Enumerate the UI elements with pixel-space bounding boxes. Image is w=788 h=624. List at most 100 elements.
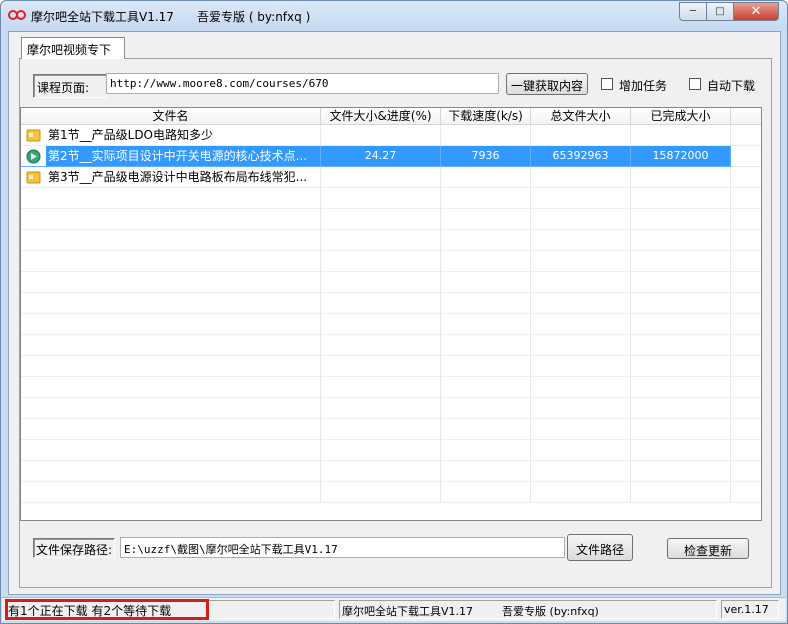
- table-row[interactable]: 第1节__产品级LDO电路知多少: [21, 125, 761, 146]
- empty-cell: [731, 482, 761, 503]
- column-header-filename[interactable]: 文件名: [21, 108, 321, 125]
- window-controls: ─ □ ✕: [679, 2, 779, 22]
- empty-cell: [21, 335, 321, 356]
- folder-icon: [26, 129, 41, 142]
- row-done-size: [631, 167, 731, 188]
- empty-table-row: [21, 209, 761, 230]
- table-row[interactable]: 第3节__产品级电源设计中电路板布局布线常犯...: [21, 167, 761, 188]
- empty-cell: [321, 293, 441, 314]
- empty-cell: [531, 461, 631, 482]
- row-filler: [731, 125, 761, 146]
- empty-cell: [531, 356, 631, 377]
- empty-cell: [321, 398, 441, 419]
- empty-table-row: [21, 440, 761, 461]
- close-button[interactable]: ✕: [733, 2, 779, 21]
- empty-cell: [21, 377, 321, 398]
- empty-cell: [21, 356, 321, 377]
- empty-cell: [441, 377, 531, 398]
- empty-cell: [631, 398, 731, 419]
- row-filename-cell: 第3节__产品级电源设计中电路板布局布线常犯...: [21, 167, 321, 188]
- empty-cell: [531, 335, 631, 356]
- row-progress: [321, 125, 441, 146]
- table-body: 第1节__产品级LDO电路知多少 第2节__实际项目设计中开关电源的核心技术点.…: [21, 125, 761, 503]
- column-header-total-size[interactable]: 总文件大小: [531, 108, 631, 125]
- title-bar[interactable]: 摩尔吧全站下载工具V1.17 吾爱专版 ( by:nfxq ) ─ □ ✕: [1, 1, 787, 31]
- empty-cell: [531, 272, 631, 293]
- empty-cell: [631, 188, 731, 209]
- check-update-button[interactable]: 检查更新: [667, 538, 749, 559]
- empty-cell: [321, 272, 441, 293]
- empty-cell: [731, 230, 761, 251]
- empty-cell: [321, 314, 441, 335]
- empty-table-row: [21, 377, 761, 398]
- empty-table-row: [21, 188, 761, 209]
- empty-cell: [21, 482, 321, 503]
- empty-cell: [531, 482, 631, 503]
- empty-cell: [631, 335, 731, 356]
- empty-cell: [731, 377, 761, 398]
- empty-cell: [731, 461, 761, 482]
- empty-cell: [731, 188, 761, 209]
- empty-table-row: [21, 293, 761, 314]
- empty-cell: [321, 230, 441, 251]
- add-task-label: 增加任务: [619, 79, 668, 93]
- row-progress: [321, 167, 441, 188]
- row-filename-cell: 第2节__实际项目设计中开关电源的核心技术点...: [21, 146, 321, 167]
- save-path-input[interactable]: E:\uzzf\截图\摩尔吧全站下载工具V1.17: [120, 537, 565, 558]
- empty-cell: [531, 314, 631, 335]
- table-row-selected[interactable]: 第2节__实际项目设计中开关电源的核心技术点... 24.27 7936 653…: [21, 146, 761, 167]
- column-header-done-size[interactable]: 已完成大小: [631, 108, 731, 125]
- download-table: 文件名 文件大小&进度(%) 下载速度(k/s) 总文件大小 已完成大小 第1节…: [20, 107, 762, 521]
- empty-cell: [441, 293, 531, 314]
- status-version: ver.1.17: [721, 600, 779, 619]
- maximize-icon: □: [715, 6, 725, 17]
- empty-cell: [531, 419, 631, 440]
- row-total-size: [531, 167, 631, 188]
- empty-cell: [531, 293, 631, 314]
- status-download-count: 有1个正在下载 有2个等待下载: [5, 600, 335, 619]
- save-path-label: 文件保存路径:: [33, 538, 116, 558]
- empty-cell: [731, 293, 761, 314]
- empty-cell: [631, 209, 731, 230]
- empty-cell: [631, 440, 731, 461]
- downloading-icon: [26, 149, 41, 164]
- empty-cell: [441, 251, 531, 272]
- row-speed: [441, 125, 531, 146]
- row-progress: 24.27: [321, 146, 441, 167]
- minimize-button[interactable]: ─: [679, 2, 706, 21]
- empty-cell: [731, 314, 761, 335]
- empty-cell: [441, 188, 531, 209]
- empty-table-row: [21, 251, 761, 272]
- empty-cell: [21, 419, 321, 440]
- window-subtitle: 吾爱专版 ( by:nfxq ): [197, 10, 311, 24]
- column-header-speed[interactable]: 下载速度(k/s): [441, 108, 531, 125]
- row-speed: 7936: [441, 146, 531, 167]
- empty-cell: [631, 293, 731, 314]
- tab-moore8-video[interactable]: 摩尔吧视频专下: [21, 37, 125, 59]
- empty-table-row: [21, 335, 761, 356]
- empty-table-row: [21, 314, 761, 335]
- empty-cell: [441, 335, 531, 356]
- row-done-size: [631, 125, 731, 146]
- empty-cell: [631, 314, 731, 335]
- empty-cell: [21, 314, 321, 335]
- empty-cell: [631, 230, 731, 251]
- row-total-size: [531, 125, 631, 146]
- empty-cell: [321, 209, 441, 230]
- empty-cell: [321, 356, 441, 377]
- empty-cell: [441, 314, 531, 335]
- column-header-filler: [731, 108, 761, 125]
- browse-path-button[interactable]: 文件路径: [567, 534, 633, 561]
- row-speed: [441, 167, 531, 188]
- maximize-button[interactable]: □: [706, 2, 733, 21]
- column-header-progress[interactable]: 文件大小&进度(%): [321, 108, 441, 125]
- empty-cell: [531, 251, 631, 272]
- empty-cell: [531, 377, 631, 398]
- course-url-input[interactable]: http://www.moore8.com/courses/670: [106, 73, 499, 94]
- empty-cell: [631, 461, 731, 482]
- empty-cell: [321, 188, 441, 209]
- course-page-label: 课程页面:: [33, 74, 107, 98]
- add-task-checkbox[interactable]: [601, 78, 613, 90]
- fetch-content-button[interactable]: 一键获取内容: [506, 73, 588, 95]
- auto-download-checkbox[interactable]: [689, 78, 701, 90]
